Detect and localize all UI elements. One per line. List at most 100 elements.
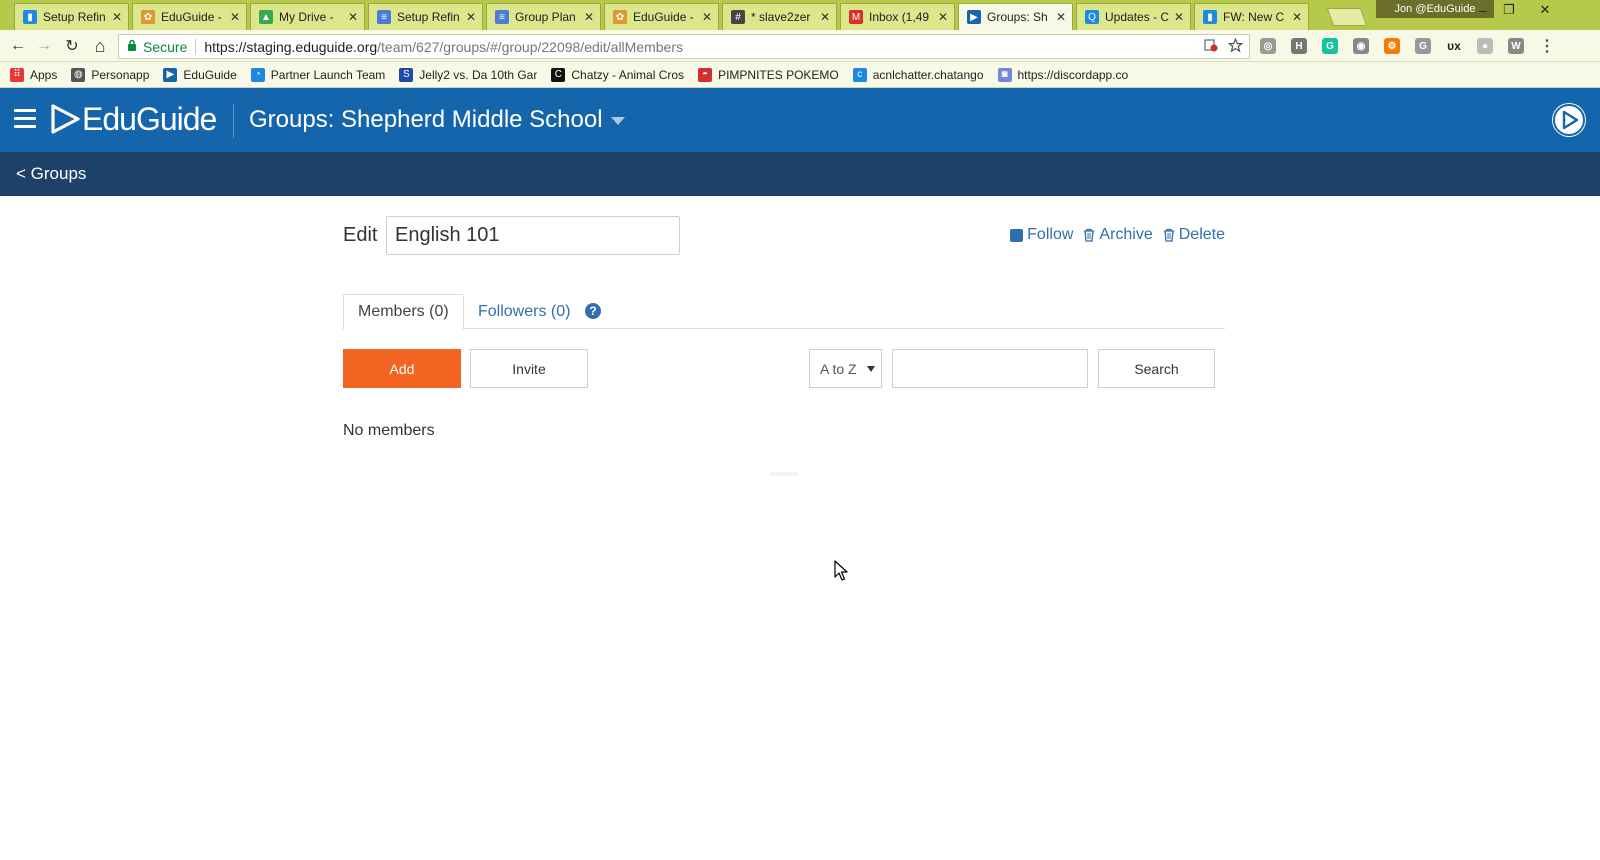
add-member-button[interactable]: Add [343, 349, 461, 388]
browser-tab[interactable]: ≡ Group Plan ✕ [486, 3, 601, 30]
eduguide-logo[interactable]: EduGuide [50, 100, 217, 137]
grammarly-ext-icon[interactable]: G [1322, 38, 1338, 54]
tab-close-icon[interactable]: ✕ [938, 10, 948, 24]
window-close-icon[interactable]: ✕ [1530, 0, 1560, 20]
search-button[interactable]: Search [1098, 349, 1215, 388]
tab-close-icon[interactable]: ✕ [820, 10, 830, 24]
ux-ext-icon[interactable]: ᴜx [1446, 38, 1462, 54]
bookmarks-bar: ⠿ Apps ◍ Personapp ▶ EduGuide ◔ Partner Launch … [0, 62, 1600, 88]
globe-ext-icon[interactable]: ◎ [1260, 38, 1276, 54]
archive-button[interactable]: Archive [1083, 226, 1153, 244]
browser-tab[interactable]: ✿ EduGuide - ✕ [132, 3, 247, 30]
bookmark-favicon-icon: ◍ [71, 67, 86, 82]
bookmark-item[interactable]: ◙ https://discordapp.co [997, 67, 1129, 82]
w-ext-icon[interactable]: W [1508, 38, 1524, 54]
trash-icon [1083, 228, 1095, 242]
invite-button[interactable]: Invite [470, 349, 588, 388]
bookmark-favicon-icon: ◙ [997, 67, 1012, 82]
tab-close-icon[interactable]: ✕ [230, 10, 240, 24]
browser-tab[interactable]: ▮ FW: New C ✕ [1194, 3, 1309, 30]
tab-favicon-icon: ✿ [613, 10, 627, 24]
tab-close-icon[interactable]: ✕ [702, 10, 712, 24]
browser-tab[interactable]: ≡ Setup Refin ✕ [368, 3, 483, 30]
back-to-groups-link[interactable]: < Groups [16, 164, 86, 184]
bookmark-item[interactable]: C Chatzy - Animal Cros [551, 67, 684, 82]
user-avatar[interactable] [1552, 103, 1586, 137]
tab-close-icon[interactable]: ✕ [1056, 10, 1066, 24]
bookmark-favicon-icon: ◔ [250, 67, 265, 82]
trash-icon [1163, 228, 1175, 242]
eduguide-logo-arrow-icon [51, 104, 80, 134]
hubspot-ext-icon[interactable]: ⚙ [1384, 38, 1400, 54]
header-divider [233, 104, 234, 138]
bookmark-star-icon[interactable] [1227, 37, 1244, 56]
tab-title: Groups: Sh [987, 10, 1048, 24]
tab-close-icon[interactable]: ✕ [112, 10, 122, 24]
sort-select[interactable]: A to Z [809, 349, 882, 388]
new-tab-button[interactable] [1326, 8, 1368, 26]
bookmark-item[interactable]: ▶ EduGuide [163, 67, 237, 82]
bookmark-item[interactable]: ◍ Personapp [71, 67, 150, 82]
tab-favicon-icon: ≡ [377, 10, 391, 24]
url-host: https://staging.eduguide.org [204, 38, 378, 55]
back-arrow-icon[interactable]: ← [8, 36, 28, 56]
g-ext-icon[interactable]: G [1415, 38, 1431, 54]
browser-tab[interactable]: # * slave2zer ✕ [722, 3, 837, 30]
hamburger-menu-icon[interactable] [14, 109, 36, 129]
bookmark-favicon-icon: ⠿ [10, 67, 24, 82]
camera-ext-icon[interactable]: ◉ [1353, 38, 1369, 54]
tab-favicon-icon: ▮ [1203, 10, 1217, 24]
tab-close-icon[interactable]: ✕ [348, 10, 358, 24]
bookmark-item[interactable]: S Jelly2 vs. Da 10th Gar [399, 67, 537, 82]
tab-title: Group Plan [515, 10, 576, 24]
tab-members[interactable]: Members (0) [343, 294, 464, 330]
tab-favicon-icon: # [731, 10, 745, 24]
tab-title: * slave2zer [751, 10, 811, 24]
bookmark-label: Personapp [91, 67, 150, 82]
browser-tab[interactable]: ▲ My Drive - ✕ [250, 3, 365, 30]
tab-title: My Drive - [279, 10, 334, 24]
blocked-popup-icon[interactable] [1204, 38, 1218, 56]
reload-icon[interactable]: ↻ [62, 36, 82, 56]
circle-ext-icon[interactable]: ● [1477, 38, 1493, 54]
tab-title: FW: New C [1223, 10, 1285, 24]
bookmark-favicon-icon: ▶ [163, 67, 178, 82]
app-header: EduGuide Groups: Shepherd Middle School [0, 88, 1600, 152]
bookmark-item[interactable]: ◔ Partner Launch Team [250, 67, 385, 82]
tab-title: EduGuide - [633, 10, 694, 24]
browser-tab[interactable]: ▮ Setup Refin ✕ [14, 3, 129, 30]
bookmark-item[interactable]: ⠿ Apps [10, 67, 58, 82]
bookmark-item[interactable]: ◓ PIMPNITES POKEMO [698, 67, 839, 82]
follow-button[interactable]: Follow [1010, 226, 1073, 244]
member-search-input[interactable] [892, 349, 1088, 388]
help-icon[interactable]: ? [585, 303, 601, 319]
archive-label: Archive [1099, 226, 1153, 243]
browser-tab[interactable]: ▶ Groups: Sh ✕ [958, 3, 1073, 30]
loading-indicator [770, 472, 798, 476]
address-separator [195, 38, 197, 55]
browser-tab[interactable]: Q Updates - C ✕ [1076, 3, 1191, 30]
bookmark-label: https://discordapp.co [1017, 67, 1129, 82]
menu-ext-icon[interactable]: ⋮ [1539, 38, 1555, 55]
address-bar[interactable]: Secure https://staging.eduguide.org/team… [118, 34, 1250, 59]
url-path: /team/627/groups/#/group/22098/edit/allM… [377, 38, 684, 55]
logo-text: EduGuide [82, 100, 217, 137]
tab-followers[interactable]: Followers (0) [464, 294, 584, 329]
forward-arrow-icon[interactable]: → [34, 36, 54, 56]
browser-tab[interactable]: M Inbox (1,49 ✕ [840, 3, 955, 30]
group-name-input[interactable] [386, 216, 680, 255]
delete-button[interactable]: Delete [1163, 226, 1225, 244]
bookmark-item[interactable]: c acnlchatter.chatango [852, 67, 984, 82]
tab-close-icon[interactable]: ✕ [466, 10, 476, 24]
tab-close-icon[interactable]: ✕ [584, 10, 594, 24]
home-icon[interactable]: ⌂ [90, 36, 110, 56]
browser-tab[interactable]: ✿ EduGuide - ✕ [604, 3, 719, 30]
secure-label: Secure [143, 38, 188, 55]
window-restore-icon[interactable]: ❐ [1494, 0, 1524, 20]
group-selector[interactable]: Groups: Shepherd Middle School [249, 106, 625, 134]
bookmark-label: acnlchatter.chatango [872, 67, 984, 82]
tab-close-icon[interactable]: ✕ [1174, 10, 1184, 24]
h-ext-icon[interactable]: H [1291, 38, 1307, 54]
tab-close-icon[interactable]: ✕ [1292, 10, 1302, 24]
bookmark-label: Apps [30, 67, 58, 82]
